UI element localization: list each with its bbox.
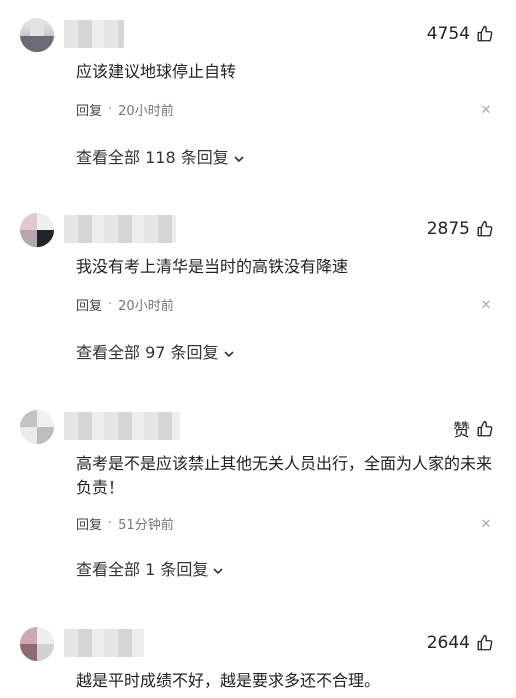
comment-time: 20小时前 — [118, 104, 174, 119]
reply-button[interactable]: 回复 — [76, 100, 102, 119]
username-blurred[interactable] — [64, 20, 124, 48]
chevron-down-icon — [212, 562, 224, 575]
meta-separator: · — [108, 102, 113, 117]
like-count: 赞 — [453, 421, 470, 441]
avatar[interactable] — [20, 18, 54, 52]
close-icon[interactable]: ✕ — [480, 299, 492, 312]
view-replies-link[interactable]: 查看全部 118 条回复 — [76, 144, 245, 168]
comment-meta: 回复 · 20小时前 — [76, 295, 174, 314]
avatar[interactable] — [20, 627, 54, 661]
like-count: 2644 — [426, 633, 470, 653]
view-replies-link[interactable]: 查看全部 97 条回复 — [76, 339, 235, 363]
thumbs-up-icon — [476, 634, 494, 652]
chevron-down-icon — [223, 345, 235, 358]
comment-text: 应该建议地球停止自转 — [76, 62, 237, 81]
comment-meta: 回复 · 51分钟前 — [76, 514, 174, 533]
view-replies-link[interactable]: 查看全部 1 条回复 — [76, 556, 224, 580]
thumbs-up-icon — [476, 25, 494, 43]
thumbs-up-icon — [476, 420, 494, 438]
reply-button[interactable]: 回复 — [76, 295, 102, 314]
meta-separator: · — [108, 297, 113, 312]
close-icon[interactable]: ✕ — [480, 104, 492, 117]
view-replies-label: 查看全部 97 条回复 — [76, 343, 219, 362]
view-replies-label: 查看全部 1 条回复 — [76, 560, 209, 579]
comment-text: 越是平时成绩不好，越是要求多还不合理。 — [76, 671, 381, 690]
comment-text: 我没有考上清华是当时的高铁没有降速 — [76, 257, 349, 276]
comment-time: 51分钟前 — [118, 518, 174, 533]
comment-meta: 回复 · 20小时前 — [76, 100, 174, 119]
like-button[interactable]: 4754 — [427, 24, 494, 44]
chevron-down-icon — [233, 150, 245, 163]
comment-time: 20小时前 — [118, 299, 174, 314]
username-blurred[interactable] — [64, 215, 176, 243]
reply-button[interactable]: 回复 — [76, 514, 102, 533]
view-replies-label: 查看全部 118 条回复 — [76, 148, 229, 167]
like-button[interactable]: 赞 — [453, 416, 494, 441]
comment-text: 高考是不是应该禁止其他无关人员出行，全面为人家的未来负责！ — [76, 454, 493, 497]
like-count: 4754 — [426, 24, 470, 44]
like-button[interactable]: 2875 — [427, 219, 494, 239]
avatar[interactable] — [20, 410, 54, 444]
meta-separator: · — [108, 516, 113, 531]
username-blurred[interactable] — [64, 412, 180, 440]
avatar[interactable] — [20, 213, 54, 247]
thumbs-up-icon — [476, 220, 494, 238]
close-icon[interactable]: ✕ — [480, 518, 492, 531]
like-button[interactable]: 2644 — [427, 633, 494, 653]
like-count: 2875 — [426, 219, 470, 239]
username-blurred[interactable] — [64, 629, 144, 657]
